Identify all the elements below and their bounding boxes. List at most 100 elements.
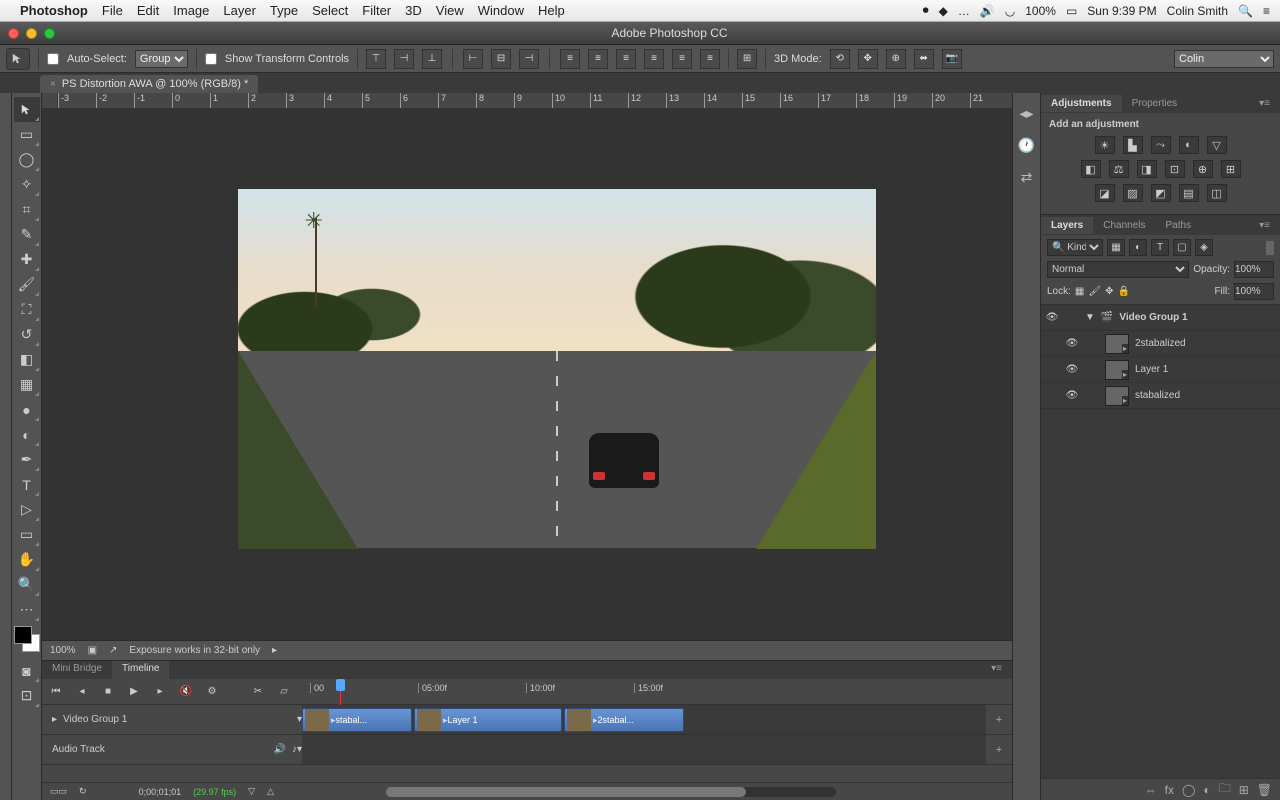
lasso-tool[interactable]: ◯	[14, 147, 40, 172]
3d-pan-icon[interactable]: ✥	[858, 49, 878, 69]
workspace-switcher[interactable]: Colin	[1174, 50, 1274, 68]
panel-menu-icon[interactable]: ▾≡	[981, 661, 1012, 679]
align-right-icon[interactable]: ⊣	[519, 49, 539, 69]
layer-row[interactable]: 👁▸stabalized	[1041, 383, 1280, 409]
dodge-tool[interactable]: ◐	[14, 422, 40, 447]
menu-layer[interactable]: Layer	[223, 3, 256, 18]
path-select-tool[interactable]: ▷	[14, 497, 40, 522]
document-tab[interactable]: × PS Distortion AWA @ 100% (RGB/8) *	[40, 75, 258, 93]
window-minimize-button[interactable]	[26, 28, 37, 39]
overflow-icon[interactable]: …	[958, 4, 970, 18]
layer-name[interactable]: Layer 1	[1135, 364, 1168, 375]
canvas-viewport[interactable]	[42, 109, 1012, 640]
lock-all-icon[interactable]: 🔒	[1117, 286, 1129, 297]
filter-type-icon[interactable]: T	[1151, 239, 1169, 256]
color-swatches[interactable]	[12, 626, 41, 656]
clone-stamp-tool[interactable]: ⛶	[14, 297, 40, 322]
menu-filter[interactable]: Filter	[362, 3, 391, 18]
filter-shape-icon[interactable]: ▢	[1173, 239, 1191, 256]
balance-icon[interactable]: ⚖	[1109, 160, 1129, 178]
menu-file[interactable]: File	[102, 3, 123, 18]
wifi-icon[interactable]: ◡	[1005, 4, 1015, 18]
menu-help[interactable]: Help	[538, 3, 565, 18]
render-icon[interactable]: ▭▭	[50, 786, 67, 797]
3d-orbit-icon[interactable]: ⟲	[830, 49, 850, 69]
layer-mask-icon[interactable]: ◯	[1182, 783, 1195, 797]
align-hcenter-icon[interactable]: ⊟	[491, 49, 511, 69]
add-audio-button[interactable]: +	[986, 744, 1012, 756]
layer-name[interactable]: stabalized	[1135, 390, 1180, 401]
show-transform-checkbox[interactable]	[205, 53, 217, 65]
layer-thumbnail[interactable]: ▸	[1105, 360, 1129, 380]
stop-button[interactable]: ■	[100, 684, 116, 700]
current-time[interactable]: 0;00;01;01	[139, 787, 182, 797]
ruler-horizontal[interactable]: -3-2-10123456789101112131415161718192021	[42, 93, 1012, 109]
layer-group-row[interactable]: 👁▼ 🎬 Video Group 1	[1041, 305, 1280, 331]
brush-tool[interactable]: 🖌	[14, 272, 40, 297]
canvas-document[interactable]	[238, 189, 876, 548]
hue-icon[interactable]: ◧	[1081, 160, 1101, 178]
mute-button[interactable]: 🔇	[178, 684, 194, 700]
shape-tool[interactable]: ▭	[14, 522, 40, 547]
clock[interactable]: Sun 9:39 PM	[1087, 4, 1156, 18]
layer-row[interactable]: 👁▸Layer 1	[1041, 357, 1280, 383]
align-vcenter-icon[interactable]: ⊣	[394, 49, 414, 69]
3d-slide-icon[interactable]: ⬌	[914, 49, 934, 69]
panel-collapse-strip[interactable]	[0, 93, 12, 800]
window-zoom-button[interactable]	[44, 28, 55, 39]
track-expand-icon[interactable]: ▸	[52, 714, 57, 725]
menu-select[interactable]: Select	[312, 3, 348, 18]
distribute-hcenter-icon[interactable]: ≡	[672, 49, 692, 69]
split-clip-button[interactable]: ✂	[250, 684, 266, 700]
move-tool-icon[interactable]	[6, 48, 30, 70]
goto-first-frame-button[interactable]: ⏮	[48, 684, 64, 700]
tab-properties[interactable]: Properties	[1122, 95, 1188, 112]
tab-adjustments[interactable]: Adjustments	[1041, 95, 1122, 112]
channel-mixer-icon[interactable]: ⊕	[1193, 160, 1213, 178]
lock-trans-icon[interactable]: ▦	[1075, 286, 1084, 297]
new-layer-icon[interactable]: ⊞	[1239, 783, 1249, 797]
tab-layers[interactable]: Layers	[1041, 217, 1093, 234]
exposure-icon[interactable]: ◐	[1179, 136, 1199, 154]
timeline-scrollbar[interactable]	[386, 787, 836, 797]
vibrance-icon[interactable]: ▽	[1207, 136, 1227, 154]
distribute-top-icon[interactable]: ≡	[560, 49, 580, 69]
screencast-icon[interactable]: ⏺	[923, 3, 929, 18]
edit-toolbar[interactable]: ⋯	[14, 597, 40, 622]
bw-icon[interactable]: ◨	[1137, 160, 1157, 178]
move-tool[interactable]	[14, 97, 40, 122]
align-left-icon[interactable]: ⊢	[463, 49, 483, 69]
zoom-slider-icon[interactable]: △	[267, 786, 274, 797]
auto-select-checkbox[interactable]	[47, 53, 59, 65]
tab-mini-bridge[interactable]: Mini Bridge	[42, 661, 112, 679]
filter-adjust-icon[interactable]: ◐	[1129, 239, 1147, 256]
gradient-map-icon[interactable]: ▤	[1179, 184, 1199, 202]
timeline-clip[interactable]: ▸ stabal...	[302, 708, 412, 732]
layers-panel-menu-icon[interactable]: ▾≡	[1249, 217, 1280, 234]
adj-panel-menu-icon[interactable]: ▾≡	[1249, 95, 1280, 112]
align-top-icon[interactable]: ⊤	[366, 49, 386, 69]
crop-tool[interactable]: ⌗	[14, 197, 40, 222]
history-panel-icon[interactable]: 🕐	[1017, 135, 1037, 155]
quickmask-toggle[interactable]: ◙	[14, 658, 40, 683]
timeline-ruler[interactable]: 0005:00f10:00f15:00f	[310, 679, 1006, 705]
link-layers-icon[interactable]: ⇔	[1145, 783, 1157, 797]
menu-3d[interactable]: 3D	[405, 3, 422, 18]
blend-mode-select[interactable]: Normal	[1047, 261, 1189, 278]
layer-name[interactable]: Video Group 1	[1119, 312, 1187, 323]
menu-image[interactable]: Image	[173, 3, 209, 18]
zoom-tool[interactable]: 🔍	[14, 572, 40, 597]
notifications-icon[interactable]: ≡	[1263, 4, 1270, 18]
invert-icon[interactable]: ◪	[1095, 184, 1115, 202]
zoom-out-icon[interactable]: ▽	[248, 786, 255, 797]
timeline-settings-icon[interactable]: ⚙	[204, 684, 220, 700]
menu-window[interactable]: Window	[478, 3, 524, 18]
video-track-content[interactable]: ▸ stabal...▸ Layer 1▸ 2stabal...	[302, 705, 986, 734]
distribute-left-icon[interactable]: ≡	[644, 49, 664, 69]
fg-color-swatch[interactable]	[14, 626, 32, 644]
tab-paths[interactable]: Paths	[1156, 217, 1202, 234]
curves-icon[interactable]: ⤳	[1151, 136, 1171, 154]
levels-icon[interactable]: ▙	[1123, 136, 1143, 154]
new-group-icon[interactable]: 🗀	[1219, 779, 1231, 800]
audio-menu-icon[interactable]: ♪▾	[292, 744, 302, 755]
